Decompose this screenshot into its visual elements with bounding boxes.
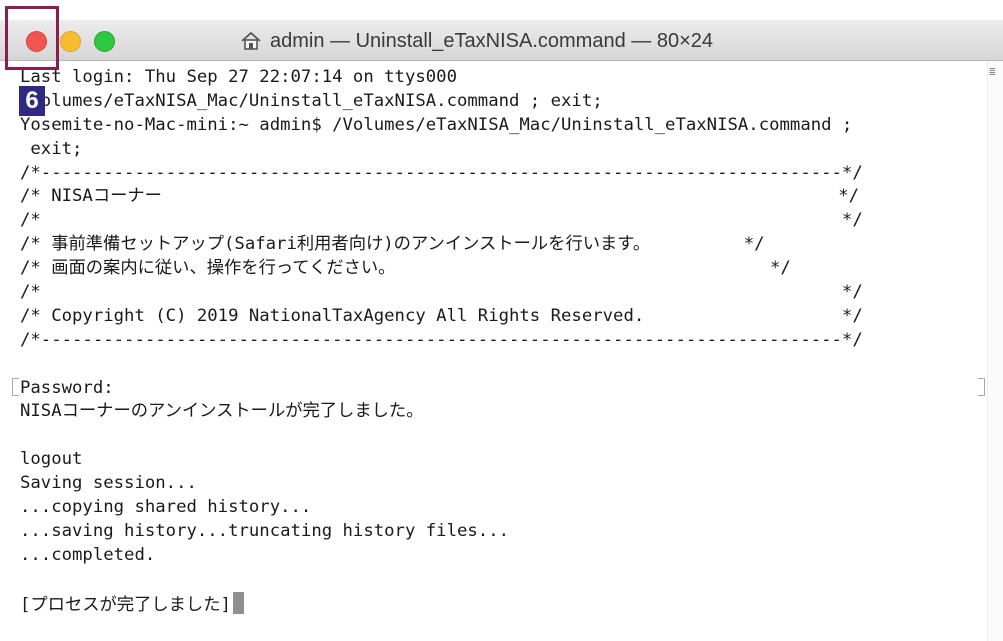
terminal-line: Yosemite-no-Mac-mini:~ admin$ /Volumes/e… [20, 114, 853, 135]
terminal-line: /*--------------------------------------… [20, 329, 863, 350]
scroll-marker-icon: ≣ [989, 65, 996, 78]
step-badge: 6 [19, 86, 45, 116]
terminal-line: ...completed. [20, 544, 156, 565]
process-complete-text: [プロセスが完了しました] [20, 594, 231, 615]
title-bar[interactable]: admin — Uninstall_eTaxNISA.command — 80×… [0, 20, 1003, 61]
terminal-line: /Volumes/eTaxNISA_Mac/Uninstall_eTaxNISA… [20, 90, 603, 111]
terminal-output[interactable]: Last login: Thu Sep 27 22:07:14 on ttys0… [20, 66, 980, 636]
terminal-line: Last login: Thu Sep 27 22:07:14 on ttys0… [20, 67, 457, 87]
terminal-line-last: [プロセスが完了しました] [20, 591, 980, 616]
highlight-box [5, 6, 59, 70]
terminal-line: NISAコーナーのアンインストールが完了しました。 [20, 401, 424, 422]
terminal-line: ...copying shared history... [20, 497, 312, 518]
terminal-line: /* */ [20, 282, 863, 303]
desktop-strip [0, 0, 1003, 20]
terminal-line: /* NISAコーナー */ [20, 186, 860, 207]
terminal-line: /* */ [20, 210, 863, 231]
terminal-line: /* 画面の案内に従い、操作を行ってください。 */ [20, 258, 791, 279]
terminal-window: admin — Uninstall_eTaxNISA.command — 80×… [0, 0, 1003, 641]
scrollbar[interactable] [987, 61, 1003, 641]
zoom-window-button[interactable] [94, 31, 115, 52]
terminal-line: exit; [20, 138, 83, 159]
minimize-window-button[interactable] [60, 31, 81, 52]
window-title: admin — Uninstall_eTaxNISA.command — 80×… [240, 29, 713, 53]
selection-bracket-left [12, 378, 19, 396]
terminal-line: logout [20, 449, 83, 470]
terminal-line: /*--------------------------------------… [20, 162, 863, 183]
terminal-line: /* 事前準備セットアップ(Safari利用者向け)のアンインストールを行います… [20, 234, 765, 255]
home-icon [241, 31, 261, 50]
terminal-line: Password: [20, 377, 114, 398]
terminal-line: Saving session... [20, 473, 197, 494]
text-cursor [232, 591, 244, 614]
terminal-line: ...saving history...truncating history f… [20, 520, 509, 541]
terminal-line: /* Copyright (C) 2019 NationalTaxAgency … [20, 305, 863, 326]
window-title-text: admin — Uninstall_eTaxNISA.command — 80×… [270, 29, 713, 52]
selection-bracket-right [978, 378, 985, 396]
